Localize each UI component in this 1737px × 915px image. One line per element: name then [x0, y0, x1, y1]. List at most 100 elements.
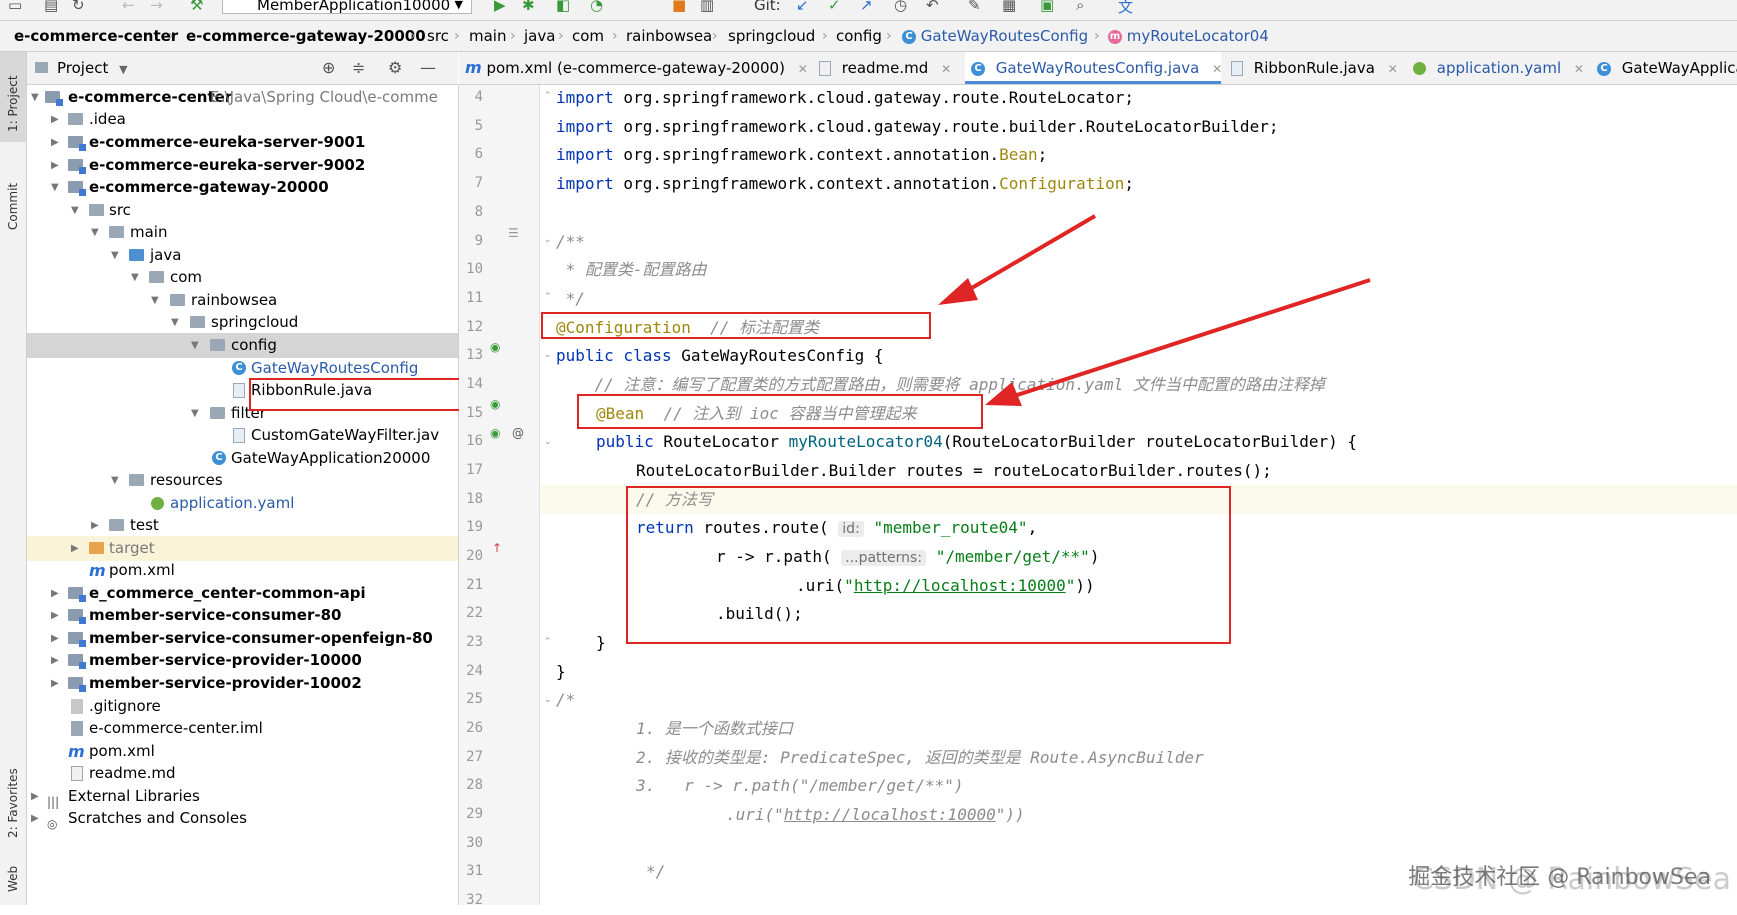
code-token: http://localhost:10000 — [783, 805, 996, 824]
fold-icon[interactable]: ⌃ — [544, 637, 552, 647]
fold-icon[interactable]: ⌃ — [544, 292, 552, 302]
commit-tool-tab[interactable]: Commit — [0, 164, 26, 244]
code-token: import — [556, 174, 614, 193]
project-structure-icon[interactable]: ▦ — [1002, 0, 1016, 14]
line-number: 18 — [466, 491, 483, 507]
spring-bean-icon[interactable]: ◉ — [490, 340, 500, 354]
spring-bean-icon[interactable]: ◉ — [490, 426, 500, 440]
fold-icon[interactable]: ⌃ — [544, 91, 552, 101]
spring-bean-icon[interactable]: ◉ — [490, 397, 500, 411]
debug-icon[interactable]: ✱ — [522, 0, 535, 14]
close-icon[interactable]: ✕ — [1574, 62, 1584, 76]
coverage-icon[interactable]: ◧ — [556, 0, 570, 14]
back-icon[interactable]: ← — [122, 0, 135, 14]
breadcrumb-item[interactable]: springcloud — [728, 21, 815, 51]
tree-item[interactable]: e-commerce-center.iml — [27, 716, 458, 741]
tree-item[interactable]: ▶ ◎ Scratches and Consoles — [27, 806, 458, 831]
breadcrumb-item[interactable]: src — [427, 21, 449, 51]
tree-item[interactable]: ▶ e-commerce-eureka-server-9001 — [27, 130, 458, 155]
tab-application-yaml[interactable]: application.yaml ✕ — [1407, 52, 1589, 84]
structure-icon[interactable]: ▥ — [700, 0, 714, 14]
fold-icon[interactable]: ⌄ — [544, 235, 552, 245]
gitignore-file-icon — [71, 699, 83, 714]
tab-readme[interactable]: readme.md ✕ — [813, 52, 963, 84]
breadcrumb-item[interactable]: config — [836, 21, 882, 51]
sync-icon[interactable]: ↻ — [72, 0, 85, 14]
breadcrumb-item[interactable]: rainbowsea — [626, 21, 712, 51]
line-number: 30 — [466, 835, 483, 851]
search-icon[interactable]: ⌕ — [1076, 0, 1084, 14]
locate-icon[interactable]: ⊕ — [322, 52, 335, 84]
translate-icon[interactable]: 文 — [1118, 0, 1133, 17]
close-icon[interactable]: ✕ — [941, 62, 951, 76]
line-number: 24 — [466, 663, 483, 679]
history-icon[interactable]: ◷ — [894, 0, 907, 14]
breadcrumb-item[interactable]: java — [524, 21, 555, 51]
breadcrumb-item[interactable]: main — [469, 21, 506, 51]
close-icon[interactable]: ✕ — [798, 62, 808, 76]
package-icon — [210, 339, 225, 351]
tree-item[interactable]: ▶ test — [27, 513, 458, 538]
tree-item[interactable]: m pom.xml — [27, 558, 458, 583]
line-number: 21 — [466, 577, 483, 593]
tree-item[interactable]: ▶ member-service-provider-10002 — [27, 671, 458, 696]
project-view-selector[interactable]: Project ▼ — [57, 52, 128, 86]
minimize-icon[interactable]: — — [420, 52, 436, 84]
override-icon[interactable]: ↑ — [492, 541, 502, 555]
fold-icon[interactable]: ⌄ — [544, 695, 552, 705]
profile-icon[interactable]: ◔ — [590, 0, 603, 14]
breadcrumb-method-label: myRouteLocator04 — [1126, 27, 1269, 45]
line-number: 28 — [466, 777, 483, 793]
tree-item[interactable]: ▶ member-service-provider-10000 — [27, 648, 458, 673]
annotation-icon[interactable]: @ — [512, 426, 524, 440]
gear-icon[interactable]: ⚙ — [388, 52, 402, 84]
close-icon[interactable]: ✕ — [1212, 62, 1222, 76]
chevron-right-icon: › — [168, 28, 174, 44]
tree-item[interactable]: ▼ resources — [27, 468, 458, 493]
favorites-tool-tab[interactable]: 2: Favorites — [0, 742, 26, 842]
git-commit-icon[interactable]: ✓ — [828, 0, 841, 14]
forward-icon[interactable]: → — [150, 0, 163, 14]
project-tool-tab[interactable]: 1: Project — [0, 52, 26, 142]
fold-icon[interactable]: ⌄ — [544, 437, 552, 447]
run-icon[interactable]: ▶ — [494, 0, 506, 14]
tab-gatewayapplication[interactable]: C GateWayApplica — [1591, 52, 1737, 84]
breadcrumb-class[interactable]: C GateWayRoutesConfig — [902, 21, 1088, 51]
save-icon[interactable]: ▤ — [44, 0, 58, 14]
tree-item[interactable]: ▼ main — [27, 220, 458, 245]
build-icon[interactable]: ⚒ — [190, 0, 203, 14]
rollback-icon[interactable]: ↶ — [926, 0, 939, 14]
collapse-all-icon[interactable]: ≑ — [352, 52, 365, 84]
git-update-icon[interactable]: ↙ — [796, 0, 809, 14]
web-tool-tab[interactable]: Web — [0, 852, 26, 902]
tree-item[interactable]: readme.md — [27, 761, 458, 786]
tree-item-selected[interactable]: ▼ config — [27, 333, 458, 358]
breadcrumb-item[interactable]: com — [572, 21, 604, 51]
doc-render-icon[interactable]: ☰ — [508, 226, 519, 240]
tree-item[interactable]: CustomGateWayFilter.jav — [27, 423, 458, 448]
code-token: org.springframework.context.annotation. — [613, 145, 1000, 164]
run-dashboard-icon[interactable]: ▣ — [1040, 0, 1054, 14]
tab-ribbonrule[interactable]: RibbonRule.java ✕ — [1225, 52, 1405, 84]
line-number: 16 — [466, 433, 483, 449]
tab-pom-xml[interactable]: m pom.xml (e-commerce-gateway-20000) ✕ — [459, 52, 809, 84]
tree-item[interactable]: ▼ springcloud — [27, 310, 458, 335]
wrench-icon[interactable]: ✎ — [968, 0, 981, 14]
tree-item-label: e-commerce-eureka-server-9001 — [89, 133, 366, 151]
breadcrumb-item[interactable]: e-commerce-center — [14, 21, 178, 51]
breadcrumb-method[interactable]: m myRouteLocator04 — [1108, 21, 1269, 51]
tab-gatewayroutesconfig[interactable]: C GateWayRoutesConfig.java ✕ — [965, 52, 1222, 84]
close-icon[interactable]: ✕ — [1388, 62, 1398, 76]
git-push-icon[interactable]: ↗ — [860, 0, 873, 14]
tree-item[interactable]: ▶ .idea — [27, 107, 458, 132]
fold-icon[interactable]: ⌄ — [544, 350, 552, 360]
run-config-selector[interactable]: MemberApplication10000 ▼ — [222, 0, 472, 14]
tree-item[interactable]: ▶ member-service-consumer-80 — [27, 603, 458, 628]
breadcrumb-item[interactable]: e-commerce-gateway-20000 — [186, 21, 426, 51]
code-token: org.springframework.context.annotation. — [613, 174, 1000, 193]
module-folder-icon — [68, 677, 86, 692]
tree-item[interactable]: ▼ com — [27, 265, 458, 290]
tree-item[interactable]: ▼ e-commerce-gateway-20000 — [27, 175, 458, 200]
stop-icon[interactable]: ■ — [672, 0, 686, 14]
open-icon[interactable]: ▭ — [8, 0, 22, 14]
